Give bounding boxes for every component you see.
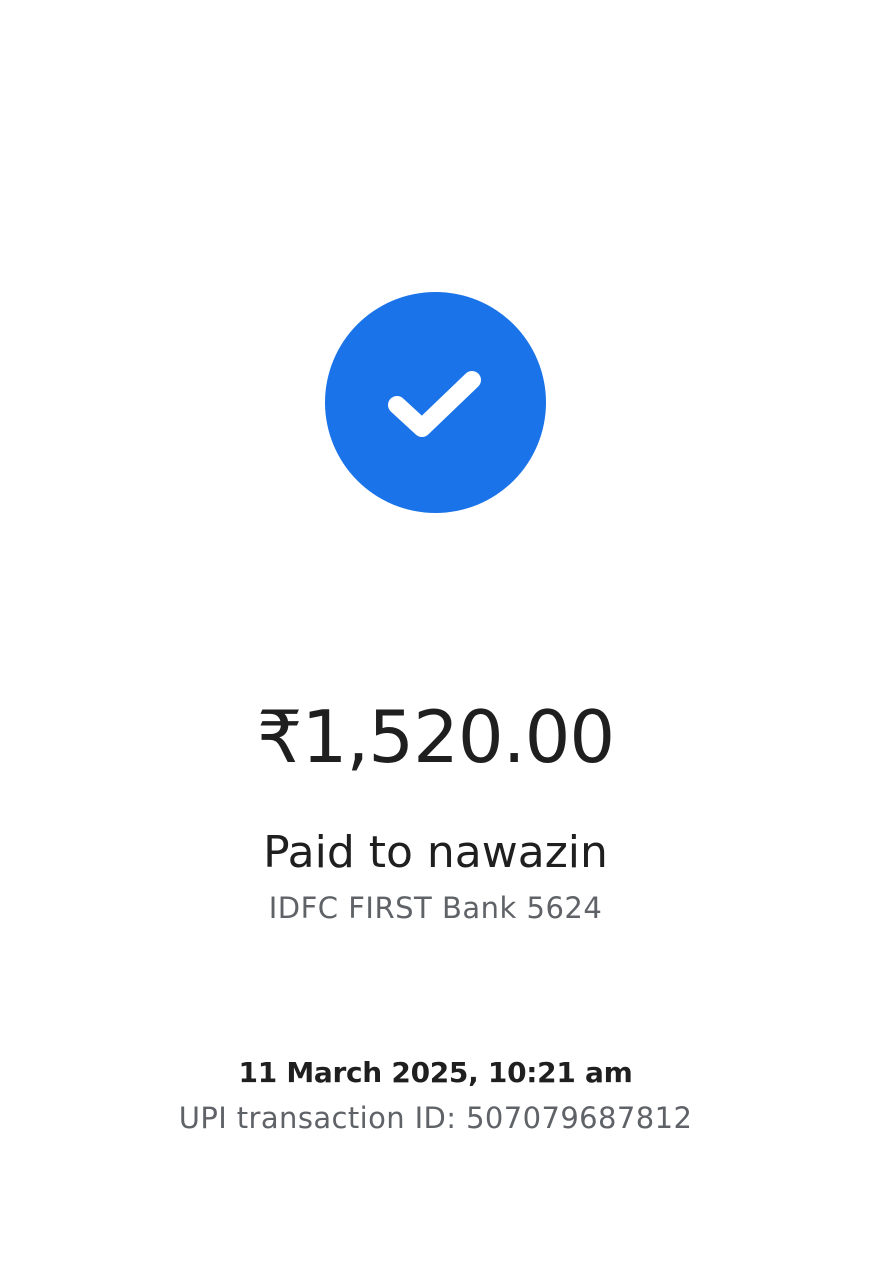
success-check-badge: [325, 292, 546, 513]
payment-amount: ₹1,520.00: [256, 695, 615, 779]
payee-name: Paid to nawazin: [263, 827, 608, 878]
transaction-datetime: 11 March 2025, 10:21 am: [238, 1056, 633, 1089]
bank-account: IDFC FIRST Bank 5624: [268, 891, 603, 925]
check-circle-icon: [388, 371, 481, 437]
upi-transaction-id: UPI transaction ID: 507079687812: [178, 1101, 693, 1135]
payment-success-screen: ₹1,520.00 Paid to nawazin IDFC FIRST Ban…: [0, 0, 871, 1280]
